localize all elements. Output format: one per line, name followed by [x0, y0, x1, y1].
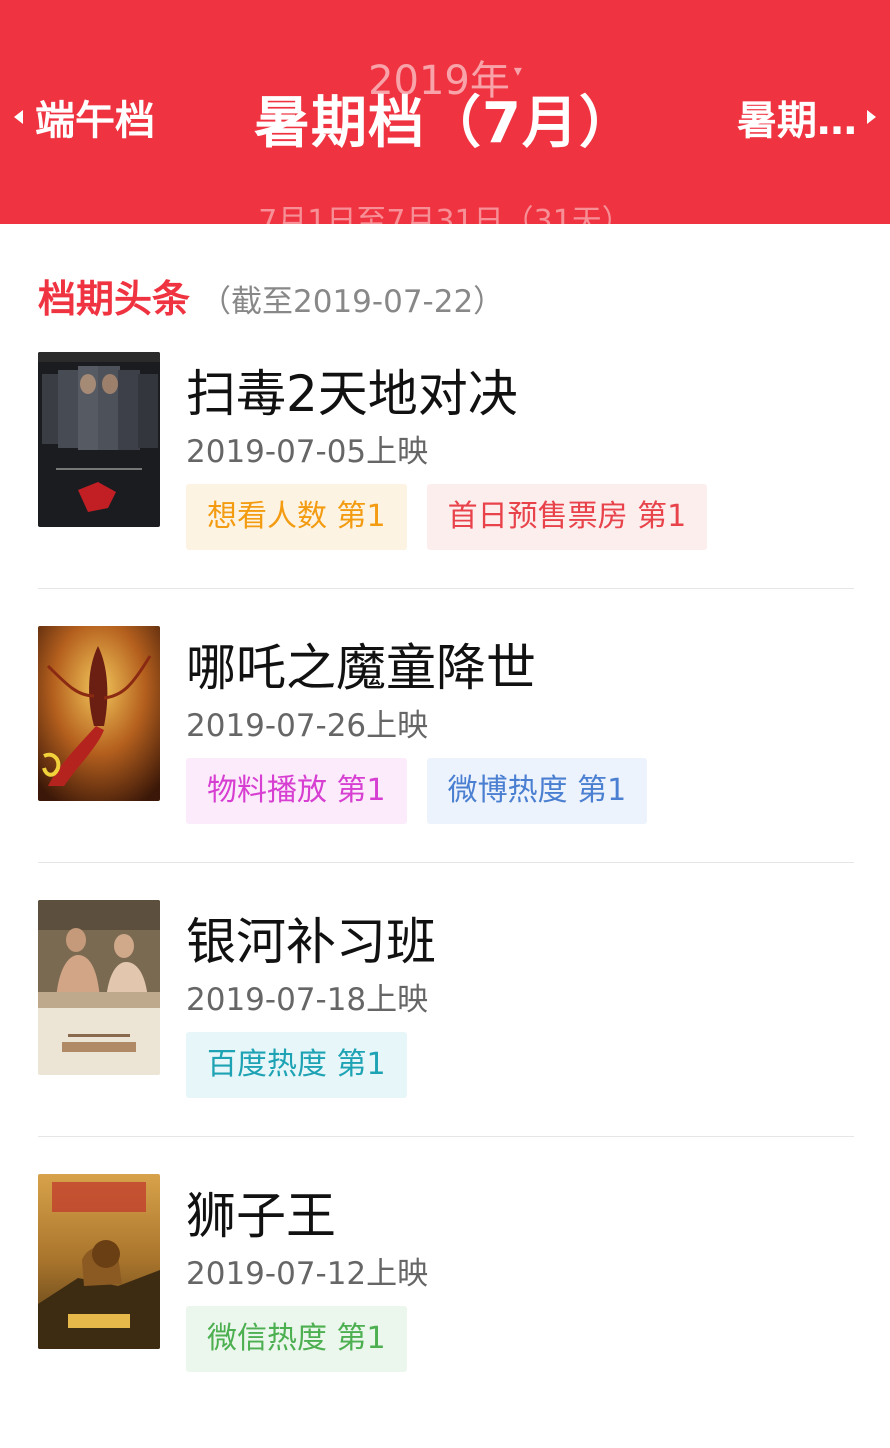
movie-release-date: 2019-07-12上映 — [186, 1256, 429, 1292]
section-title: 档期头条 — [38, 277, 191, 321]
divider — [38, 588, 854, 589]
poster-nezha-image — [38, 626, 160, 801]
movie-poster[interactable] — [38, 900, 160, 1075]
season-date-range: 7月1日至7月31日（31天） — [258, 204, 632, 224]
rank-tag: 物料播放 第1 — [186, 758, 407, 824]
poster-galaxy-class-image — [38, 900, 160, 1075]
rank-tag: 微信热度 第1 — [186, 1306, 407, 1372]
movie-tags: 物料播放 第1 微博热度 第1 — [186, 758, 648, 824]
movie-title[interactable]: 狮子王 — [186, 1176, 336, 1248]
movie-item[interactable]: 扫毒2天地对决 2019-07-05上映 想看人数 第1 首日预售票房 第1 — [38, 352, 854, 626]
rank-tag: 首日预售票房 第1 — [426, 484, 708, 550]
movie-list: 扫毒2天地对决 2019-07-05上映 想看人数 第1 首日预售票房 第1 哪… — [38, 352, 854, 1448]
movie-release-date: 2019-07-18上映 — [186, 982, 429, 1018]
movie-poster[interactable] — [38, 626, 160, 801]
movie-title[interactable]: 银河补习班 — [186, 902, 436, 974]
chevron-right-icon — [867, 110, 876, 124]
movie-item[interactable]: 银河补习班 2019-07-18上映 百度热度 第1 — [38, 900, 854, 1174]
divider — [38, 1136, 854, 1137]
movie-release-date: 2019-07-05上映 — [186, 434, 429, 470]
movie-poster[interactable] — [38, 1174, 160, 1349]
rank-tag: 微博热度 第1 — [426, 758, 648, 824]
divider — [38, 862, 854, 863]
season-header: 2019年 ▾ 端午档 暑期档（7月） 暑期… 7月1日至7月31日（31天） — [0, 0, 890, 224]
rank-tag: 百度热度 第1 — [186, 1032, 407, 1098]
section-note: （截至2019-07-22） — [200, 284, 505, 320]
section-header: 档期头条 （截至2019-07-22） — [38, 268, 504, 323]
movie-poster[interactable] — [38, 352, 160, 527]
movie-title[interactable]: 扫毒2天地对决 — [186, 354, 518, 426]
movie-title[interactable]: 哪吒之魔童降世 — [186, 628, 536, 700]
movie-tags: 想看人数 第1 首日预售票房 第1 — [186, 484, 708, 550]
movie-item[interactable]: 哪吒之魔童降世 2019-07-26上映 物料播放 第1 微博热度 第1 — [38, 626, 854, 900]
rank-tag: 想看人数 第1 — [186, 484, 407, 550]
poster-lion-king-image — [38, 1174, 160, 1349]
movie-tags: 百度热度 第1 — [186, 1032, 407, 1098]
movie-item[interactable]: 狮子王 2019-07-12上映 微信热度 第1 — [38, 1174, 854, 1448]
next-season-label: 暑期… — [737, 98, 857, 144]
poster-drug-lords-image — [38, 352, 160, 527]
movie-release-date: 2019-07-26上映 — [186, 708, 429, 744]
next-season-button[interactable]: 暑期… — [737, 88, 876, 146]
movie-tags: 微信热度 第1 — [186, 1306, 407, 1372]
